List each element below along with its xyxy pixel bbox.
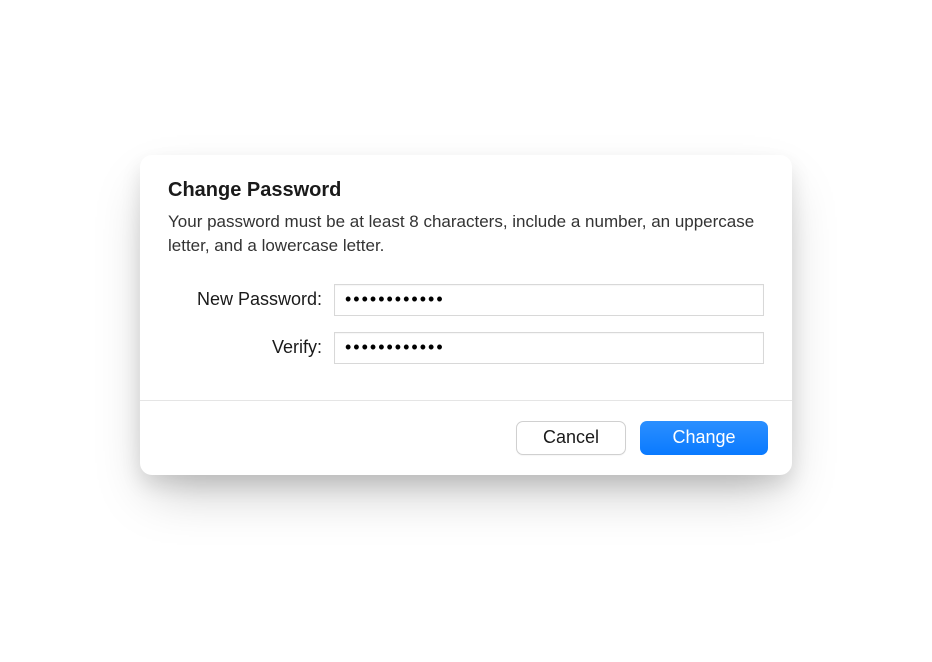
dialog-description: Your password must be at least 8 charact… [168,210,764,258]
dialog-title: Change Password [168,179,764,202]
new-password-input[interactable] [334,284,764,316]
change-password-dialog: Change Password Your password must be at… [140,155,792,475]
dialog-footer: Cancel Change [140,400,792,475]
new-password-label: New Password: [168,289,334,310]
dialog-content: Change Password Your password must be at… [140,155,792,400]
verify-password-label: Verify: [168,337,334,358]
new-password-row: New Password: [168,284,764,316]
page-container: Change Password Your password must be at… [0,0,932,662]
cancel-button[interactable]: Cancel [516,421,626,455]
verify-password-row: Verify: [168,332,764,364]
change-button[interactable]: Change [640,421,768,455]
verify-password-input[interactable] [334,332,764,364]
